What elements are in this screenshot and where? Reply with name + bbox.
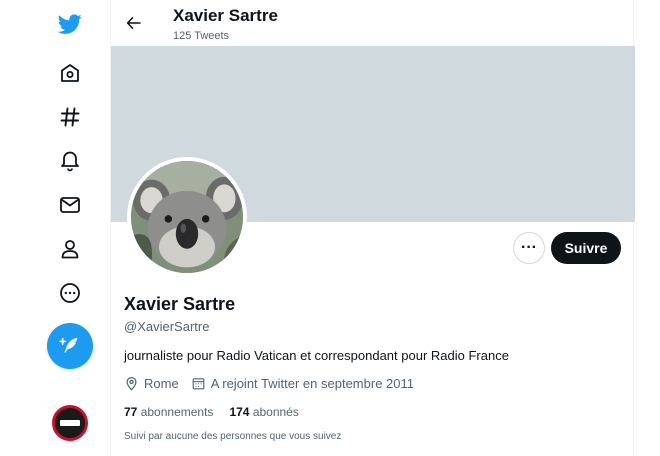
profile-person-icon[interactable] <box>50 229 90 269</box>
sidebar <box>0 0 110 456</box>
profile-avatar-koala[interactable] <box>127 157 247 277</box>
following-label: abonnements <box>140 405 214 419</box>
back-arrow-icon <box>126 17 141 29</box>
joined-text: A rejoint Twitter en septembre 2011 <box>210 376 414 391</box>
compose-tweet-button[interactable] <box>47 323 93 369</box>
profile-header-bar: Xavier Sartre 125 Tweets <box>111 0 635 46</box>
followers-link[interactable]: 174 abonnés <box>229 405 298 419</box>
account-avatar[interactable] <box>52 405 88 441</box>
header-tweet-count: 125 Tweets <box>173 30 230 42</box>
location-text: Rome <box>144 376 179 391</box>
joined-item: A rejoint Twitter en septembre 2011 <box>191 376 414 391</box>
follow-stats: 77 abonnements 174 abonnés <box>124 405 315 419</box>
feather-plus-icon <box>59 337 78 353</box>
account-avatar-logo <box>60 420 80 426</box>
more-options-button[interactable]: ··· <box>513 232 545 264</box>
back-arrow-button[interactable] <box>121 10 147 36</box>
following-count: 77 <box>124 405 138 419</box>
mutual-followers-note: Suivi par aucune des personnes que vous … <box>124 431 342 442</box>
messages-envelope-icon[interactable] <box>50 185 90 225</box>
followers-count: 174 <box>229 405 250 419</box>
explore-icon[interactable] <box>50 97 90 137</box>
location-item: Rome <box>124 376 179 391</box>
home-icon[interactable] <box>50 53 90 93</box>
profile-column: Xavier Sartre 125 Tweets ··· Suivre Xavi… <box>110 0 635 456</box>
profile-name: Xavier Sartre <box>124 294 236 314</box>
koala-photo <box>131 161 243 273</box>
header-profile-name: Xavier Sartre <box>173 6 278 25</box>
follow-button[interactable]: Suivre <box>551 232 621 264</box>
profile-bio: journaliste pour Radio Vatican et corres… <box>124 348 509 363</box>
calendar-icon <box>192 378 205 390</box>
location-pin-icon <box>126 376 137 391</box>
twitter-logo-icon[interactable] <box>50 4 90 44</box>
following-link[interactable]: 77 abonnements <box>124 405 213 419</box>
profile-handle: @XavierSartre <box>124 319 210 334</box>
profile-meta: Rome A rejoint Twitter en septembre 2011 <box>124 376 426 391</box>
notifications-bell-icon[interactable] <box>50 140 90 180</box>
followers-label: abonnés <box>252 405 299 419</box>
more-circle-icon[interactable] <box>50 273 90 313</box>
